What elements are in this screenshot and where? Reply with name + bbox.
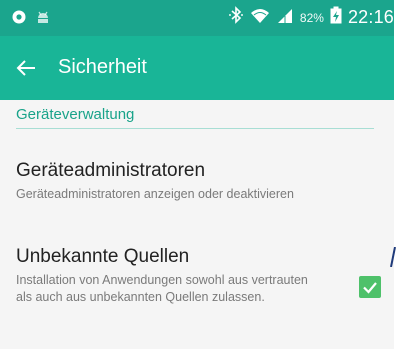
battery-charging-icon [330,6,342,29]
device-administrators-item[interactable]: Geräteadministratoren Geräteadministrato… [0,154,394,210]
battery-percentage: 82% [299,10,324,25]
back-arrow-icon[interactable] [14,55,40,81]
item-title: Unbekannte Quellen [16,246,190,267]
system-icons: 82% 22:16 [228,6,394,29]
status-bar: 82% 22:16 [0,0,394,36]
edge-mark [390,246,396,268]
unknown-sources-item[interactable]: Unbekannte Quellen Installation von Anwe… [0,242,394,332]
item-subtitle: Installation von Anwendungen sowohl aus … [16,273,308,304]
page-title: Sicherheit [58,56,147,78]
section-divider [16,128,374,129]
settings-list: Geräteverwaltung Geräteadministratoren G… [0,100,394,349]
signal-icon [276,6,294,29]
item-title: Geräteadministratoren [16,160,206,181]
wifi-icon [250,6,270,29]
app-bar: Sicherheit [0,36,394,100]
app-notification-icon [12,10,26,29]
android-notification-icon [36,10,50,29]
unknown-sources-checkbox[interactable] [359,276,381,298]
notification-icons [12,10,50,29]
bluetooth-icon [228,6,244,29]
phone-screen: 82% 22:16 Sicherheit Geräteverwaltung Ge… [0,0,394,349]
status-clock: 22:16 [347,7,394,27]
section-header: Geräteverwaltung [16,106,135,123]
checkmark-icon [363,282,377,294]
item-subtitle: Geräteadministratoren anzeigen oder deak… [16,187,294,201]
